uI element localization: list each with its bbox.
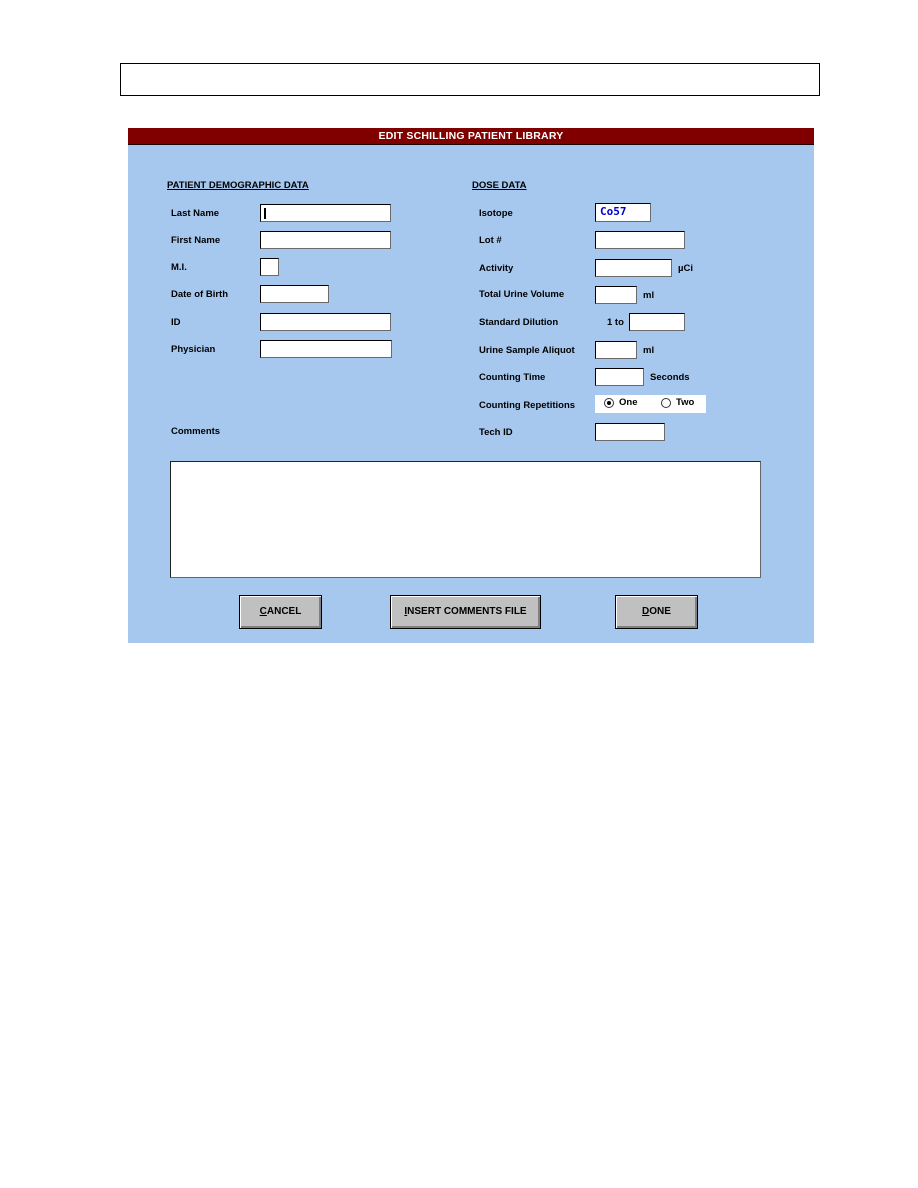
cancel-button[interactable]: CANCEL xyxy=(239,595,322,629)
counting-repetitions-label: Counting Repetitions xyxy=(479,400,576,411)
physician-input[interactable] xyxy=(260,340,392,358)
total-urine-volume-unit: ml xyxy=(643,290,655,301)
edit-schilling-patient-library-dialog: EDIT SCHILLING PATIENT LIBRARY PATIENT D… xyxy=(128,128,814,643)
cancel-accelerator: C xyxy=(259,606,267,617)
activity-label: Activity xyxy=(479,263,514,274)
standard-dilution-prefix: 1 to xyxy=(607,317,624,328)
activity-input[interactable] xyxy=(595,259,672,277)
urine-sample-aliquot-input[interactable] xyxy=(595,341,637,359)
tech-id-label: Tech ID xyxy=(479,427,513,438)
lot-number-input[interactable] xyxy=(595,231,685,249)
counting-repetitions-radio-group: One Two xyxy=(595,395,706,413)
isotope-label: Isotope xyxy=(479,208,513,219)
last-name-input[interactable] xyxy=(260,204,391,222)
text-caret xyxy=(264,208,266,219)
id-label: ID xyxy=(171,317,181,328)
middle-initial-label: M.I. xyxy=(171,262,187,273)
standard-dilution-label: Standard Dilution xyxy=(479,317,559,328)
comments-textarea[interactable] xyxy=(170,461,761,578)
insert-label: NSERT COMMENTS FILE xyxy=(407,606,527,617)
urine-sample-aliquot-unit: ml xyxy=(643,345,655,356)
cancel-label: ANCEL xyxy=(266,606,302,617)
insert-comments-file-button[interactable]: INSERT COMMENTS FILE xyxy=(390,595,541,629)
standard-dilution-input[interactable] xyxy=(629,313,685,331)
radio-one-label[interactable]: One xyxy=(619,397,637,408)
isotope-input[interactable]: Co57 xyxy=(595,203,651,222)
counting-time-unit: Seconds xyxy=(650,372,690,383)
middle-initial-input[interactable] xyxy=(260,258,279,276)
done-label: ONE xyxy=(649,606,671,617)
id-input[interactable] xyxy=(260,313,391,331)
lot-number-label: Lot # xyxy=(479,235,502,246)
activity-unit: µCi xyxy=(678,263,693,274)
last-name-label: Last Name xyxy=(171,208,220,219)
done-button[interactable]: DONE xyxy=(615,595,698,629)
date-of-birth-label: Date of Birth xyxy=(171,289,228,300)
physician-label: Physician xyxy=(171,344,216,355)
radio-one[interactable] xyxy=(604,398,614,408)
radio-two-label[interactable]: Two xyxy=(676,397,694,408)
counting-time-label: Counting Time xyxy=(479,372,546,383)
demographic-heading: PATIENT DEMOGRAPHIC DATA xyxy=(167,180,309,191)
total-urine-volume-label: Total Urine Volume xyxy=(479,289,565,300)
total-urine-volume-input[interactable] xyxy=(595,286,637,304)
tech-id-input[interactable] xyxy=(595,423,665,441)
counting-time-input[interactable] xyxy=(595,368,644,386)
page-header-box xyxy=(120,63,820,96)
urine-sample-aliquot-label: Urine Sample Aliquot xyxy=(479,345,575,356)
first-name-input[interactable] xyxy=(260,231,391,249)
comments-label: Comments xyxy=(171,426,221,437)
dialog-title: EDIT SCHILLING PATIENT LIBRARY xyxy=(128,128,814,145)
radio-two[interactable] xyxy=(661,398,671,408)
first-name-label: First Name xyxy=(171,235,221,246)
date-of-birth-input[interactable] xyxy=(260,285,329,303)
dose-data-heading: DOSE DATA xyxy=(472,180,527,191)
